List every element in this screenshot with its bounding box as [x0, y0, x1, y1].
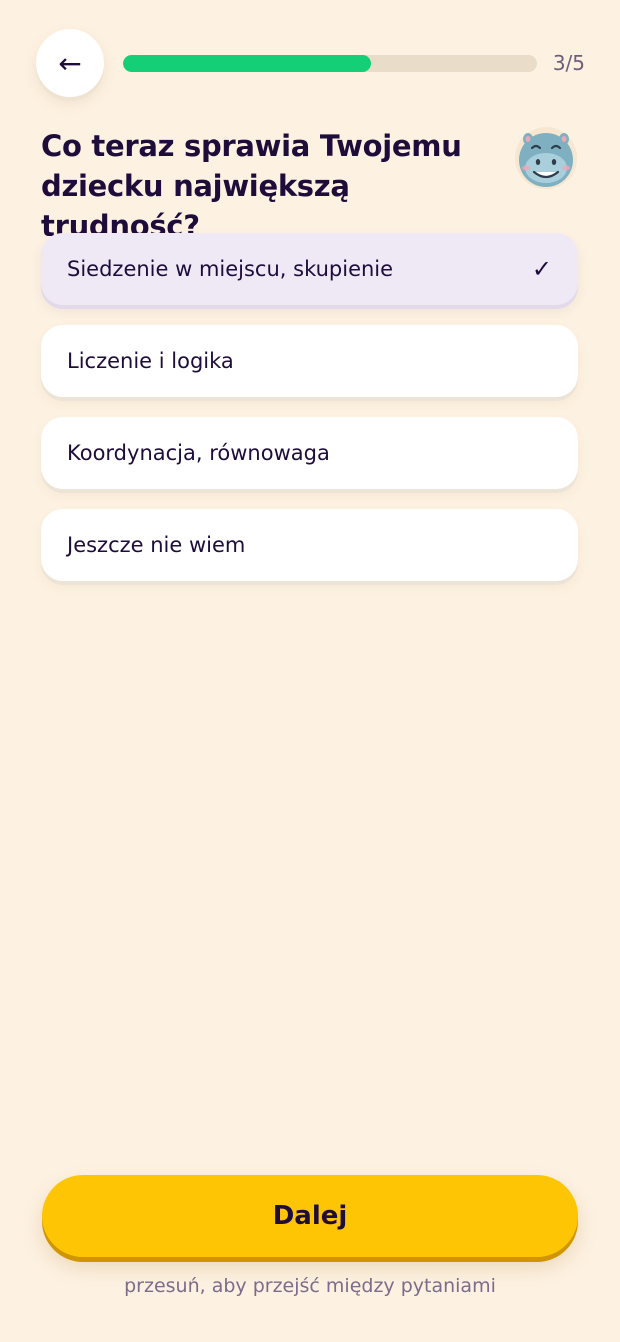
answer-option-label: Siedzenie w miejscu, skupienie: [67, 257, 394, 281]
answer-option-label: Jeszcze nie wiem: [67, 533, 246, 557]
answer-option[interactable]: Liczenie i logika: [41, 325, 578, 397]
question-title: Co teraz sprawia Twojemu dziecku najwięk…: [41, 129, 462, 243]
swipe-hint: przesuń, aby przejść między pytaniami: [124, 1275, 496, 1297]
progress-fill: [123, 55, 372, 72]
answer-option[interactable]: Siedzenie w miejscu, skupienie ✓: [41, 233, 578, 305]
answer-option-label: Liczenie i logika: [67, 349, 234, 373]
answer-options: Siedzenie w miejscu, skupienie ✓ Liczenie …: [41, 233, 578, 601]
progress-bar: [123, 55, 537, 72]
step-counter: 3/5: [552, 51, 585, 75]
checkmark-icon: ✓: [531, 255, 552, 283]
back-button[interactable]: ←: [36, 29, 104, 97]
hippo-mascot-icon: [515, 127, 577, 189]
answer-option[interactable]: Jeszcze nie wiem: [41, 509, 578, 581]
answer-option[interactable]: Koordynacja, równowaga: [41, 417, 578, 489]
next-button[interactable]: Dalej: [42, 1175, 578, 1257]
arrow-left-icon: ←: [58, 46, 82, 80]
answer-option-label: Koordynacja, równowaga: [67, 441, 330, 465]
